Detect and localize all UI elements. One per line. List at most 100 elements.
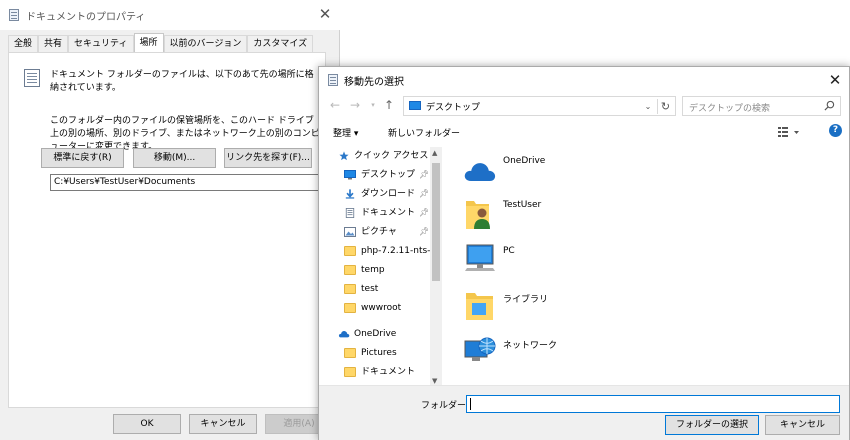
- content-item-pc[interactable]: PC: [463, 241, 663, 281]
- select-folder-button[interactable]: フォルダーの選択: [665, 415, 759, 435]
- search-placeholder: デスクトップの検索: [689, 104, 771, 114]
- cancel-button[interactable]: キャンセル: [189, 414, 257, 434]
- pin-icon: 📌︎: [419, 189, 430, 198]
- nav-item-label: デスクトップ: [361, 170, 416, 180]
- nav-quick-access[interactable]: クイック アクセス: [319, 147, 443, 165]
- recent-dropdown-icon[interactable]: ▾: [365, 97, 381, 113]
- ok-button[interactable]: OK: [113, 414, 181, 434]
- nav-folder-php[interactable]: php-7.2.11-nts-V: [319, 242, 443, 260]
- picker-title: 移動先の選択: [344, 77, 404, 88]
- content-item-label: ネットワーク: [503, 341, 558, 351]
- folder-icon: [344, 265, 356, 275]
- path-input[interactable]: C:¥Users¥TestUser¥Documents: [50, 174, 321, 191]
- chevron-down-icon[interactable]: ⌄: [641, 99, 655, 114]
- library-icon: [466, 293, 493, 320]
- refresh-icon[interactable]: ↻: [657, 99, 673, 114]
- properties-dialog: ドキュメントのプロパティ ✕ 全般 共有 セキュリティ 場所 以前のバージョン …: [0, 0, 340, 440]
- location-panel: ドキュメント フォルダーのファイルは、以下のあて先の場所に格納されています。 こ…: [8, 52, 326, 408]
- content-item-onedrive[interactable]: OneDrive: [463, 151, 663, 191]
- close-icon[interactable]: ✕: [316, 5, 334, 23]
- help-icon[interactable]: ?: [829, 124, 842, 137]
- network-icon: [464, 337, 496, 361]
- properties-titlebar: ドキュメントのプロパティ ✕: [0, 0, 340, 30]
- nav-item-label: ドキュメント: [361, 208, 416, 218]
- nav-folder-test[interactable]: test: [319, 280, 443, 298]
- view-options-icon[interactable]: [777, 125, 801, 139]
- folder-content-pane: OneDrive TestUser PC ライブラリ ネットワーク: [447, 147, 837, 387]
- tab-previous-versions[interactable]: 以前のバージョン: [163, 35, 248, 52]
- folder-icon: [344, 246, 356, 256]
- scroll-down-icon[interactable]: ▼: [432, 377, 437, 385]
- folder-icon: [344, 367, 356, 377]
- document-icon: [345, 208, 355, 218]
- organize-button[interactable]: 整理 ▾: [333, 126, 358, 139]
- nav-folder-wwwroot[interactable]: wwwroot: [319, 299, 443, 317]
- folder-icon: [344, 348, 356, 358]
- nav-item-label: ドキュメント: [361, 367, 416, 377]
- close-icon[interactable]: ✕: [825, 70, 845, 90]
- navigation-pane: クイック アクセス デスクトップ 📌︎ ダウンロード 📌︎ ドキュメント 📌︎ …: [319, 147, 443, 387]
- user-folder-icon: [466, 201, 490, 229]
- nav-item-label: wwwroot: [361, 303, 402, 313]
- tab-customize[interactable]: カスタマイズ: [247, 35, 314, 52]
- content-item-libraries[interactable]: ライブラリ: [463, 287, 663, 327]
- nav-documents[interactable]: ドキュメント 📌︎: [319, 204, 443, 222]
- scrollbar-thumb[interactable]: [432, 163, 440, 281]
- nav-folder-documents[interactable]: ドキュメント: [319, 363, 443, 381]
- properties-tabs: 全般 共有 セキュリティ 場所 以前のバージョン カスタマイズ: [8, 33, 314, 52]
- nav-desktop[interactable]: デスクトップ 📌︎: [319, 166, 443, 184]
- desktop-icon: [344, 170, 356, 180]
- navigation-scrollbar[interactable]: ▲ ▼: [430, 147, 442, 387]
- folder-icon: [344, 303, 356, 313]
- nav-item-label: Pictures: [361, 348, 397, 358]
- pin-icon: 📌︎: [419, 208, 430, 217]
- address-text: デスクトップ: [426, 103, 481, 113]
- content-item-label: TestUser: [503, 200, 542, 210]
- content-item-network[interactable]: ネットワーク: [463, 333, 663, 373]
- nav-item-label: OneDrive: [354, 329, 397, 339]
- nav-item-label: クイック アクセス: [354, 151, 429, 161]
- forward-arrow-icon[interactable]: →: [347, 97, 363, 113]
- nav-item-label: ダウンロード: [361, 189, 416, 199]
- nav-downloads[interactable]: ダウンロード 📌︎: [319, 185, 443, 203]
- move-button[interactable]: 移動(M)...: [133, 148, 216, 168]
- new-folder-button[interactable]: 新しいフォルダー: [388, 126, 460, 139]
- folder-picker-dialog: 移動先の選択 ✕ ← → ▾ ↑ デスクトップ ⌄ ↻ デスクトップの検索 整理…: [318, 66, 850, 440]
- tab-location[interactable]: 場所: [133, 33, 164, 52]
- restore-default-button[interactable]: 標準に戻す(R): [41, 148, 124, 168]
- search-input[interactable]: デスクトップの検索: [682, 96, 841, 116]
- nav-item-label: temp: [361, 265, 385, 275]
- nav-onedrive[interactable]: OneDrive: [319, 325, 443, 343]
- desktop-icon: [409, 101, 421, 110]
- content-item-testuser[interactable]: TestUser: [463, 195, 663, 235]
- up-arrow-icon[interactable]: ↑: [381, 97, 397, 113]
- onedrive-icon: [464, 163, 496, 181]
- folder-input[interactable]: [466, 395, 840, 413]
- scroll-up-icon[interactable]: ▲: [432, 149, 437, 157]
- document-icon: [24, 69, 40, 87]
- download-icon: [345, 189, 355, 199]
- pc-icon: [465, 244, 495, 271]
- address-bar[interactable]: デスクトップ ⌄ ↻: [403, 96, 676, 116]
- tab-general[interactable]: 全般: [8, 35, 39, 52]
- nav-folder-temp[interactable]: temp: [319, 261, 443, 279]
- properties-window-icon: [9, 9, 19, 21]
- properties-title: ドキュメントのプロパティ: [26, 12, 146, 23]
- content-item-label: PC: [503, 246, 515, 256]
- picker-window-icon: [328, 74, 338, 86]
- picker-toolbar: 整理 ▾ 新しいフォルダー ?: [319, 121, 849, 143]
- find-target-button[interactable]: リンク先を探す(F)...: [224, 148, 312, 168]
- search-icon: [824, 100, 835, 111]
- cloud-icon: [338, 331, 350, 338]
- nav-item-label: php-7.2.11-nts-V: [361, 246, 437, 256]
- tab-sharing[interactable]: 共有: [38, 35, 69, 52]
- cancel-button[interactable]: キャンセル: [765, 415, 840, 435]
- back-arrow-icon[interactable]: ←: [327, 97, 343, 113]
- nav-item-label: ピクチャ: [361, 227, 397, 237]
- navigation-row: ← → ▾ ↑ デスクトップ ⌄ ↻ デスクトップの検索: [319, 95, 849, 117]
- nav-folder-pictures[interactable]: Pictures: [319, 344, 443, 362]
- tab-security[interactable]: セキュリティ: [68, 35, 134, 52]
- picker-titlebar: 移動先の選択 ✕: [319, 67, 849, 93]
- star-icon: [339, 151, 349, 161]
- nav-pictures[interactable]: ピクチャ 📌︎: [319, 223, 443, 241]
